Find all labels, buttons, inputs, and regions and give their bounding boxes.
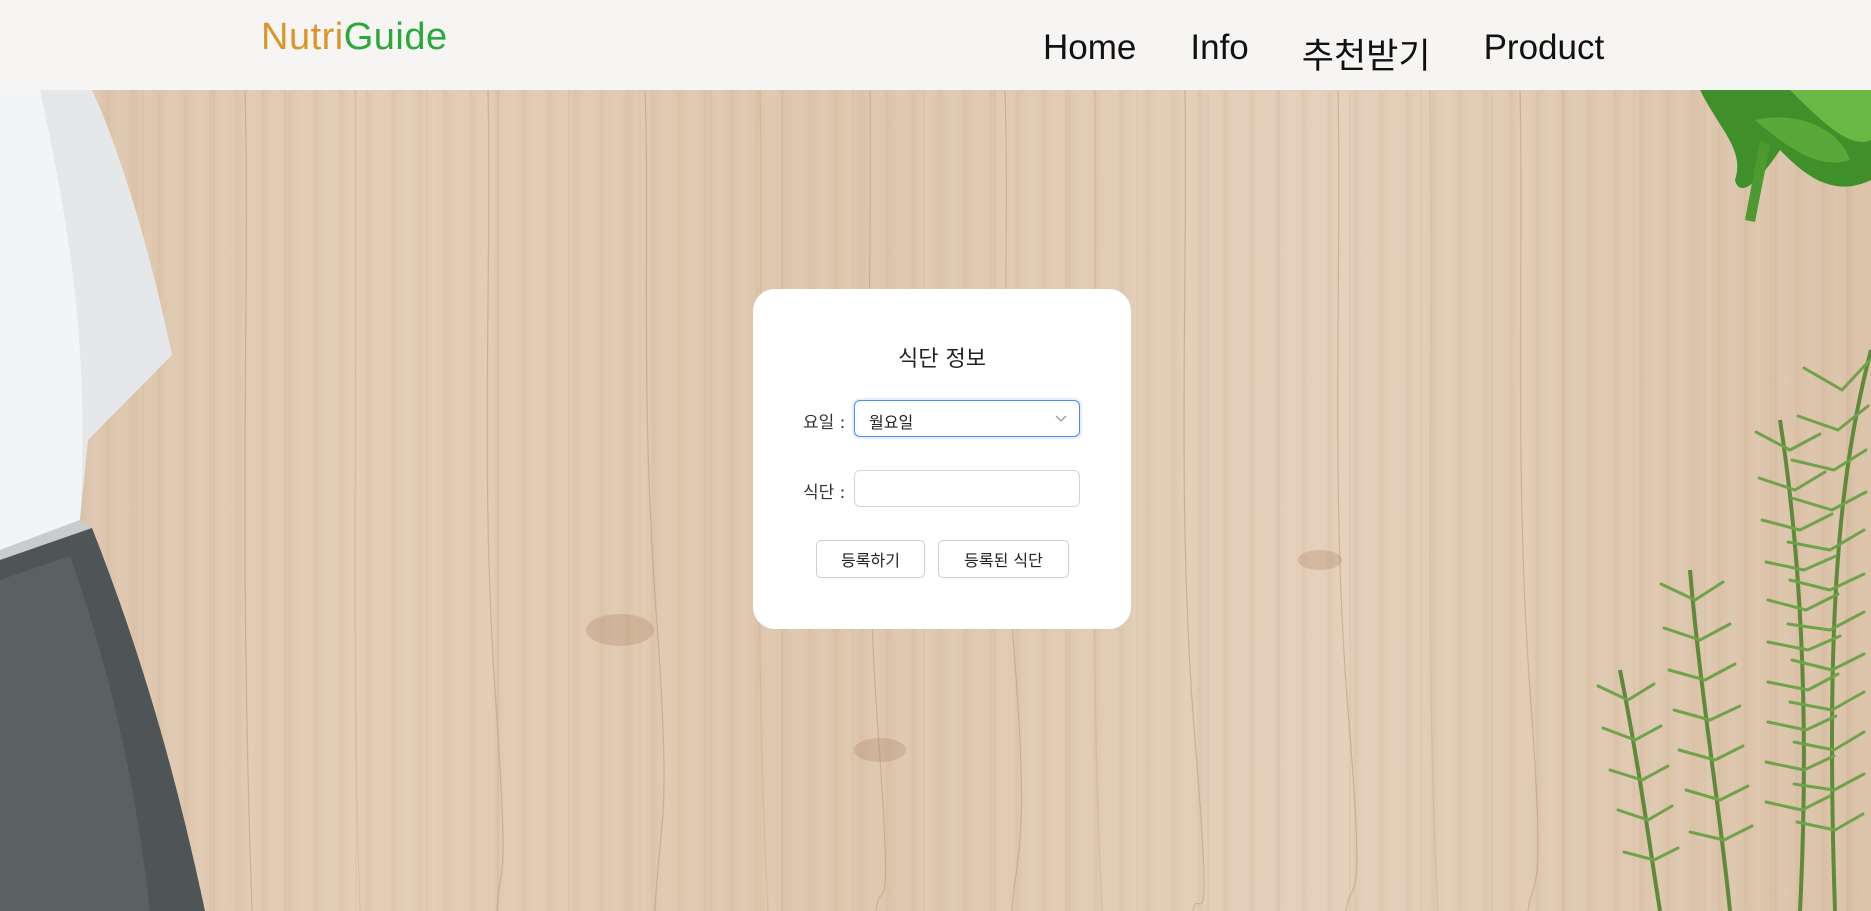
nav-info[interactable]: Info xyxy=(1190,28,1248,79)
parsley-illustration xyxy=(1700,90,1871,222)
nav-home[interactable]: Home xyxy=(1043,28,1136,79)
registered-meals-button[interactable]: 등록된 식단 xyxy=(938,540,1069,578)
site-logo[interactable]: NutriGuide xyxy=(261,16,448,59)
logo-text-guide: Guide xyxy=(343,16,448,58)
page: NutriGuide Home Info 추천받기 Product 식단 정보 … xyxy=(0,0,1871,911)
main-nav: Home Info 추천받기 Product xyxy=(1043,28,1604,79)
meal-info-card: 식단 정보 요일 : 월요일 식단 : 등록하기 등록된 식단 xyxy=(753,289,1131,629)
register-button[interactable]: 등록하기 xyxy=(816,540,925,578)
meal-input[interactable] xyxy=(854,470,1080,507)
day-select-value: 월요일 xyxy=(869,413,914,432)
day-label: 요일 : xyxy=(803,413,846,433)
knife-illustration xyxy=(0,90,205,911)
nav-recommend[interactable]: 추천받기 xyxy=(1302,28,1431,79)
chevron-down-icon xyxy=(1055,415,1067,422)
top-nav-bar: NutriGuide Home Info 추천받기 Product xyxy=(0,0,1871,90)
nav-product[interactable]: Product xyxy=(1484,28,1605,79)
day-select[interactable]: 월요일 xyxy=(854,400,1080,437)
meal-label: 식단 : xyxy=(803,483,846,503)
logo-text-nutri: Nutri xyxy=(261,16,344,58)
rosemary-stems xyxy=(1618,349,1871,911)
card-title: 식단 정보 xyxy=(898,347,986,372)
